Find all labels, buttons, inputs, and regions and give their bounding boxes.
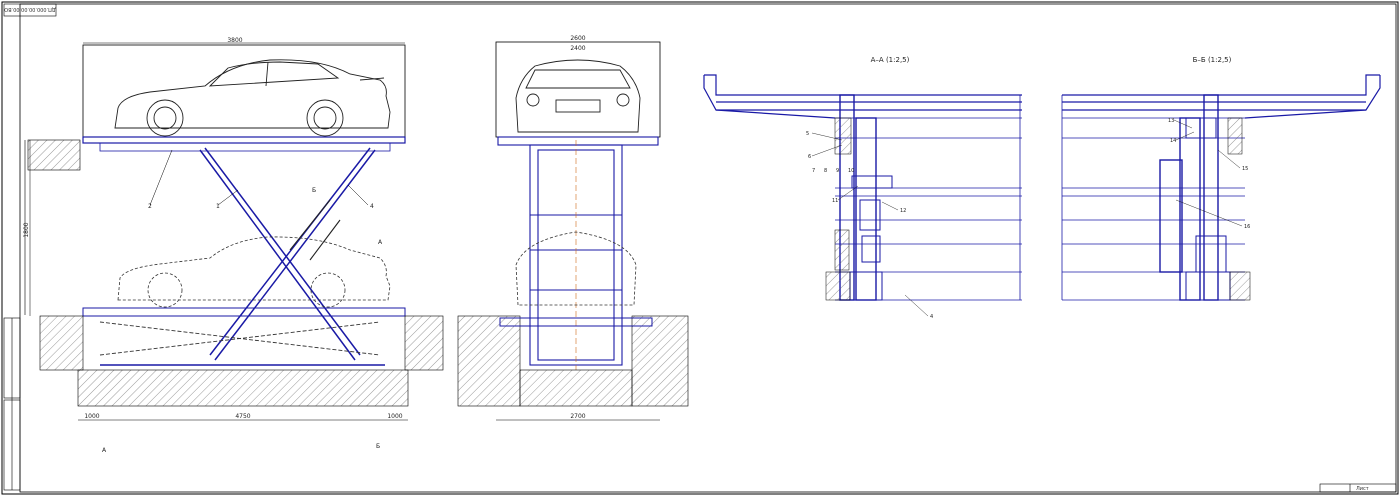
- leader-label: 6: [808, 154, 811, 160]
- section-b-title: Б–Б (1:2,5): [1193, 56, 1232, 64]
- side-height-dimension: 1800: [23, 222, 30, 237]
- leader-label: 8: [824, 168, 827, 174]
- stamp-box: ДП.000.00.00.00.ВО: [3, 3, 57, 17]
- sheet-label: Лист: [1356, 486, 1369, 492]
- base-span-dimension: 4750: [235, 413, 250, 420]
- front-top-inner-dimension: 2400: [570, 45, 585, 52]
- leader-label: 16: [1244, 224, 1250, 230]
- upper-car: [114, 59, 391, 137]
- left-margin-blocks: [3, 317, 21, 491]
- leader-label: 13: [1168, 118, 1174, 124]
- front-view: 2600 2400 2700: [457, 35, 689, 421]
- leader-label: 12: [900, 208, 906, 214]
- upper-platform: [82, 136, 406, 144]
- section-mark: Б: [376, 443, 380, 450]
- section-mark: Б: [312, 187, 316, 194]
- lower-car: [117, 236, 391, 308]
- leader-label: 4: [930, 314, 933, 320]
- part-label: 4: [370, 203, 374, 210]
- side-view: 3800 1800 1000 4750 1000 2 1 4 Б Б А А: [23, 37, 444, 454]
- section-b-view: Б–Б (1:2,5) 13 14 15 16: [1061, 56, 1381, 301]
- section-a-title: А–А (1:2,5): [871, 56, 910, 64]
- front-base-dimension: 2700: [570, 413, 585, 420]
- leader-label: 10: [848, 168, 854, 174]
- front-car-box: [495, 41, 661, 138]
- base-left-dimension: 1000: [84, 413, 99, 420]
- title-block: Лист: [1319, 483, 1397, 493]
- scissor-mechanism: [199, 147, 376, 361]
- leader-label: 14: [1170, 138, 1176, 144]
- left-ledge: [24, 139, 81, 315]
- pit-ground: [39, 315, 444, 407]
- front-car: [515, 59, 641, 133]
- leader-label: 9: [836, 168, 839, 174]
- leader-label: 7: [812, 168, 815, 174]
- upper-car-box: [82, 44, 406, 138]
- stamp-code: ДП.000.00.00.00.ВО: [4, 6, 56, 12]
- front-pit: [457, 315, 689, 407]
- section-a-view: А–А (1:2,5) 5 6 7 8 9 10 11 12 4: [703, 56, 1022, 320]
- section-mark: А: [378, 239, 383, 246]
- section-mark: А: [102, 447, 107, 454]
- part-label: 2: [148, 203, 152, 210]
- leader-label: 15: [1242, 166, 1248, 172]
- leader-label: 11: [832, 198, 838, 204]
- drawing-sheet: ДП.000.00.00.00.ВО 3800 1800 1000 4750 1…: [1, 1, 1399, 495]
- base-right-dimension: 1000: [387, 413, 402, 420]
- front-top-dimension: 2600: [570, 35, 585, 42]
- leader-label: 5: [806, 131, 809, 137]
